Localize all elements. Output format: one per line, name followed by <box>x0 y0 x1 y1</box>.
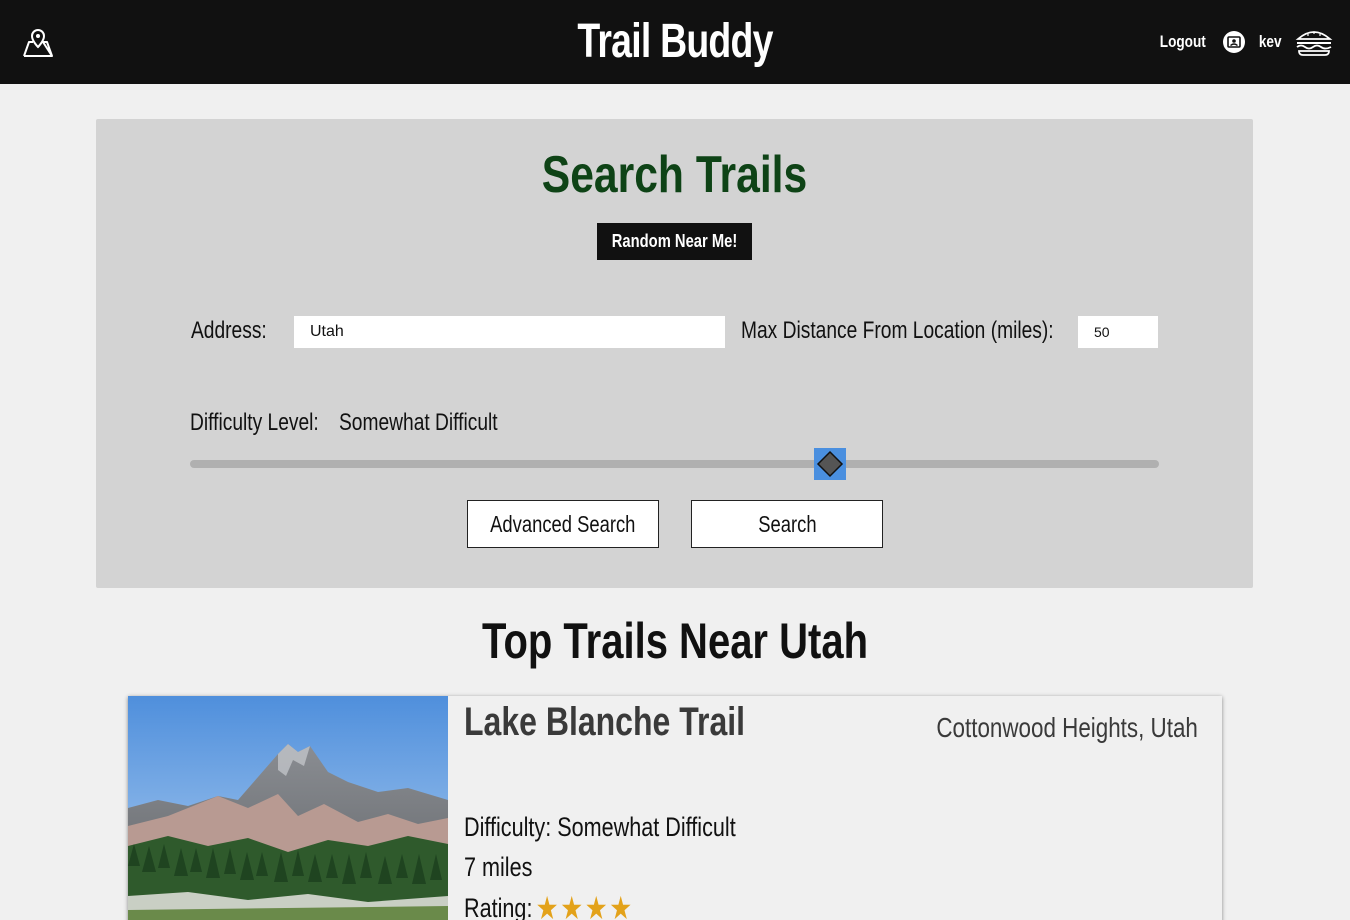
trail-name-link[interactable]: Lake Blanche Trail <box>464 700 745 745</box>
trail-card[interactable]: Lake Blanche Trail Cottonwood Heights, U… <box>128 696 1222 920</box>
search-button[interactable]: Search <box>691 500 883 548</box>
difficulty-slider-track[interactable] <box>190 460 1159 468</box>
difficulty-value: Somewhat Difficult <box>339 409 498 436</box>
user-menu: Logout kev <box>1154 24 1334 60</box>
app-title[interactable]: Trail Buddy <box>149 14 1202 69</box>
hamburger-menu-icon[interactable] <box>1294 27 1334 57</box>
random-near-me-button[interactable]: Random Near Me! <box>597 223 752 260</box>
user-badge-icon <box>1222 31 1245 53</box>
top-navbar: Trail Buddy Logout kev <box>0 0 1350 84</box>
trail-difficulty: Difficulty: Somewhat Difficult <box>464 812 736 842</box>
trail-rating: Rating: ★ ★ ★ ★ <box>464 892 632 920</box>
search-title: Search Trails <box>541 146 808 204</box>
logout-link[interactable]: Logout <box>1160 32 1206 52</box>
advanced-search-button[interactable]: Advanced Search <box>467 500 659 548</box>
trail-location: Cottonwood Heights, Utah <box>936 712 1198 743</box>
username: kev <box>1258 32 1282 51</box>
star-icon: ★ <box>609 890 633 920</box>
rating-stars: ★ ★ ★ ★ <box>536 892 633 920</box>
difficulty-label: Difficulty Level: <box>190 409 319 436</box>
trail-photo <box>128 696 448 920</box>
rating-label: Rating: <box>464 892 533 920</box>
star-icon: ★ <box>535 890 559 920</box>
diamond-icon <box>816 450 843 478</box>
star-icon: ★ <box>560 890 584 920</box>
trail-length: 7 miles <box>464 852 533 882</box>
address-label: Address: <box>191 317 267 344</box>
map-pin-icon[interactable] <box>20 26 56 60</box>
max-distance-label: Max Distance From Location (miles): <box>741 317 1054 344</box>
max-distance-input[interactable] <box>1078 316 1158 348</box>
star-icon: ★ <box>584 890 608 920</box>
results-title: Top Trails Near Utah <box>481 613 869 669</box>
search-panel: Search Trails Random Near Me! Address: M… <box>96 119 1253 588</box>
difficulty-slider-thumb[interactable] <box>813 448 846 480</box>
address-input[interactable] <box>294 316 725 348</box>
